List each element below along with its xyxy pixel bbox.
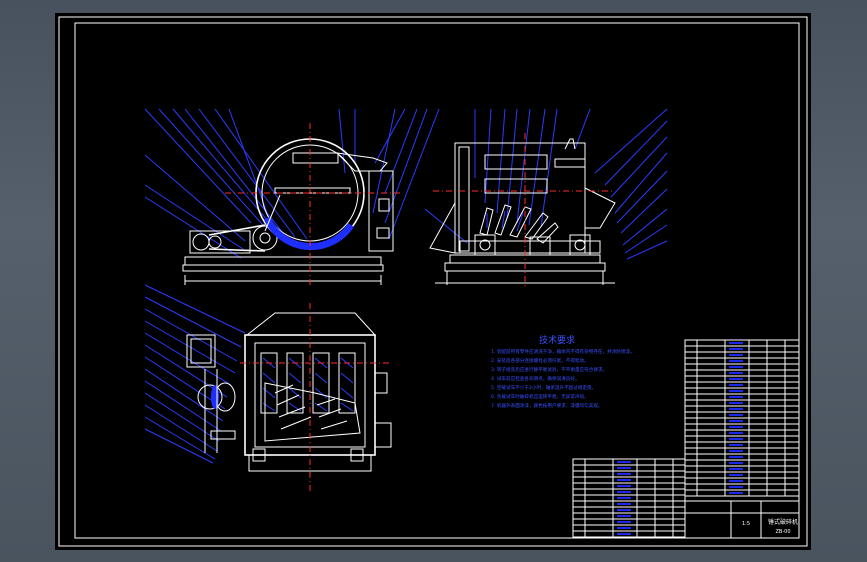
requirement-line: 6. 负载试车时破碎机应运转平稳，无异常声响。 bbox=[491, 393, 589, 400]
title-block: 锤式破碎机 ZB-00 1:5 bbox=[684, 500, 800, 539]
requirement-line: 2. 安装后各部分连接螺栓必须拧紧，不得松动。 bbox=[491, 357, 589, 364]
technical-requirements: 技术要求 1. 装配前所有零件应清洗干净，箱体内不得有杂物存在，并涂防锈漆。 2… bbox=[491, 334, 635, 409]
cad-viewport[interactable]: 技术要求 1. 装配前所有零件应清洗干净，箱体内不得有杂物存在，并涂防锈漆。 2… bbox=[55, 13, 811, 550]
requirements-title: 技术要求 bbox=[539, 334, 575, 346]
requirement-line: 4. 试车前应检查各润滑点，确保润滑良好。 bbox=[491, 375, 580, 382]
requirement-line: 3. 转子组装后应进行静平衡试验，不平衡量应符合要求。 bbox=[491, 366, 607, 373]
requirements-list: 1. 装配前所有零件应清洗干净，箱体内不得有杂物存在，并涂防锈漆。 2. 安装后… bbox=[491, 348, 635, 409]
requirement-line: 1. 装配前所有零件应清洗干净，箱体内不得有杂物存在，并涂防锈漆。 bbox=[491, 348, 635, 355]
outer-frame bbox=[58, 16, 808, 547]
cad-drawing: 技术要求 1. 装配前所有零件应清洗干净，箱体内不得有杂物存在，并涂防锈漆。 2… bbox=[58, 16, 808, 547]
drawing-name: 锤式破碎机 bbox=[768, 518, 798, 526]
inner-frame bbox=[74, 22, 800, 539]
requirement-line: 5. 空载试车不少于2小时，轴承温升不超过规定值。 bbox=[491, 384, 596, 391]
parts-list-right bbox=[684, 339, 800, 497]
plan-view bbox=[144, 284, 392, 493]
side-view bbox=[424, 108, 668, 288]
requirement-line: 7. 机器外表面涂漆，颜色按用户要求，漆膜均匀美观。 bbox=[491, 402, 603, 409]
parts-list-bottom bbox=[572, 458, 686, 538]
drawing-scale: 1:5 bbox=[742, 521, 750, 527]
front-view bbox=[144, 108, 440, 288]
drawing-code: ZB-00 bbox=[775, 529, 790, 535]
